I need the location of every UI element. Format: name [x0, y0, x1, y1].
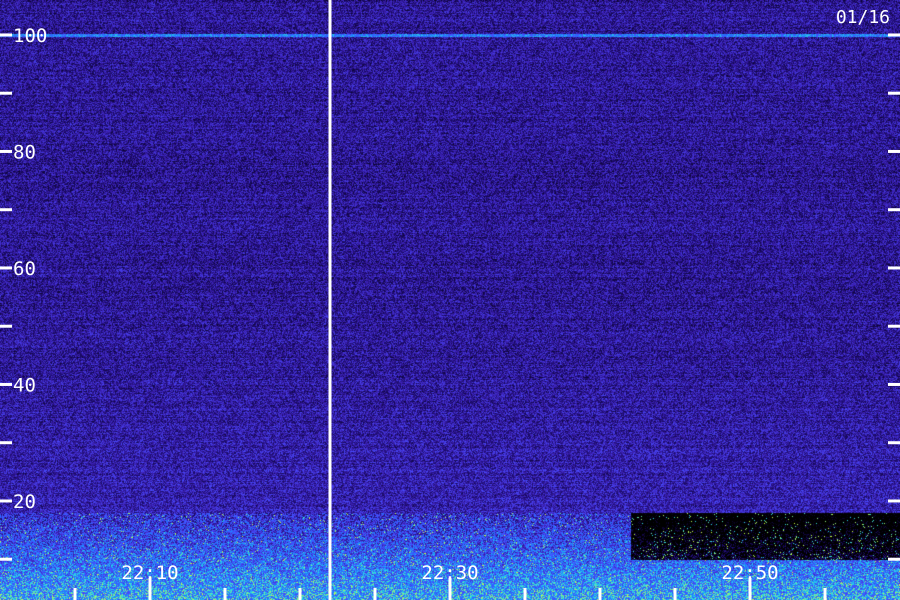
- y-tick-label: 40: [13, 374, 36, 396]
- y-ticks-right: [888, 33, 900, 561]
- x-tick-label: 22:30: [421, 562, 478, 584]
- spectrogram-chart: 100 80 60 40 20 22:10 22:30 22:50 01/16: [0, 0, 900, 600]
- y-ticks-left: [0, 33, 12, 561]
- x-tick-labels: 22:10 22:30 22:50: [121, 562, 778, 584]
- y-tick-label: 100: [13, 25, 47, 47]
- x-tick-label: 22:50: [721, 562, 778, 584]
- y-tick-label: 60: [13, 258, 36, 280]
- x-tick-label: 22:10: [121, 562, 178, 584]
- chart-overlay: 100 80 60 40 20 22:10 22:30 22:50 01/16: [0, 0, 900, 600]
- y-tick-label: 80: [13, 141, 36, 163]
- date-label: 01/16: [836, 7, 890, 28]
- y-tick-labels: 100 80 60 40 20: [13, 25, 47, 513]
- y-tick-label: 20: [13, 491, 36, 513]
